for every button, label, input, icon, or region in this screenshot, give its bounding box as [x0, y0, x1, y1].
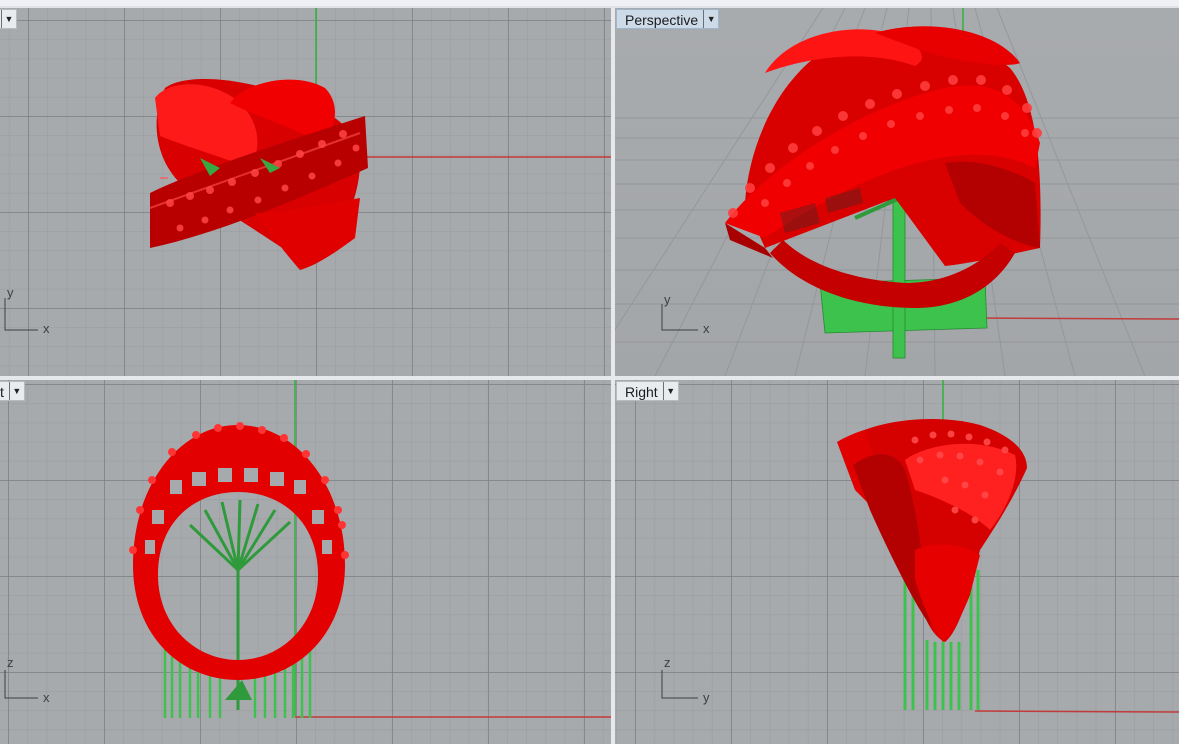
chevron-down-icon[interactable]: ▼ — [8, 382, 24, 400]
top-view-scene: y x — [4, 8, 611, 336]
viewport-name: t — [0, 384, 4, 400]
viewport-perspective[interactable]: y x Perspective ▼ — [615, 8, 1179, 376]
chevron-down-icon[interactable]: ▼ — [662, 382, 678, 400]
viewport-top[interactable]: y x ▼ — [0, 8, 611, 376]
window-top-strip — [0, 0, 1179, 6]
axis-label-v: y — [664, 292, 671, 307]
ring-model-top — [149, 78, 368, 270]
axis-indicator-perspective: y x — [661, 292, 710, 336]
axis-label-h: x — [43, 321, 50, 336]
viewport-label-top[interactable]: ▼ — [0, 9, 17, 29]
axis-label-h: x — [43, 690, 50, 705]
axis-indicator-right: z y — [661, 655, 710, 705]
viewport-label-perspective[interactable]: Perspective ▼ — [616, 9, 720, 29]
chevron-down-icon[interactable]: ▼ — [703, 10, 718, 28]
viewport-right[interactable]: z y Right ▼ — [615, 380, 1179, 744]
axis-indicator-top: y x — [4, 285, 50, 336]
axis-label-v: z — [664, 655, 671, 670]
viewport-front[interactable]: z x t ▼ — [0, 380, 611, 744]
viewport-name: Right — [625, 384, 658, 400]
world-x-axis-line — [974, 317, 1179, 320]
axis-indicator-front: z x — [4, 655, 50, 705]
axis-label-h: x — [703, 321, 710, 336]
viewport-divider-horizontal[interactable] — [0, 376, 1179, 380]
viewport-label-right[interactable]: Right ▼ — [616, 381, 679, 401]
ring-model-perspective — [725, 26, 1042, 359]
front-view-scene: z x — [4, 380, 611, 718]
axis-label-h: y — [703, 690, 710, 705]
perspective-view-scene: y x — [615, 8, 1179, 376]
right-view-scene: z y — [661, 380, 1179, 713]
axis-label-v: y — [7, 285, 14, 300]
viewport-name: Perspective — [625, 12, 699, 28]
ring-model-front — [129, 422, 349, 718]
ring-model-right — [837, 418, 1027, 710]
world-y-axis-line — [974, 710, 1179, 713]
viewport-label-front[interactable]: t ▼ — [0, 381, 25, 401]
axis-label-v: z — [7, 655, 14, 670]
chevron-down-icon[interactable]: ▼ — [1, 10, 16, 28]
